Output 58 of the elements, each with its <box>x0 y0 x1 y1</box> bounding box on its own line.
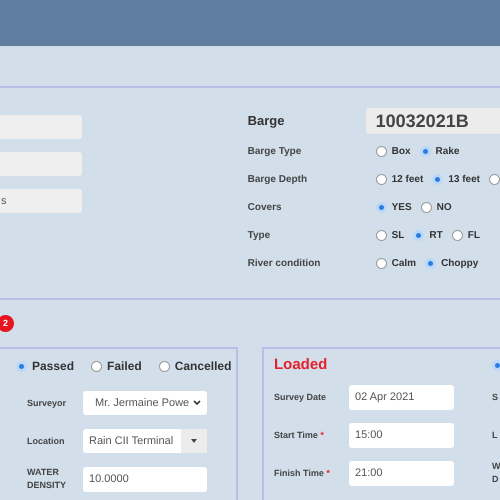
field-label: L <box>492 428 497 442</box>
dropdown-button[interactable] <box>181 429 207 453</box>
input-field[interactable]: 10.0000 <box>83 466 207 492</box>
field-label: Covers <box>248 200 283 214</box>
field-label: S <box>492 390 497 404</box>
count-badge: 2 <box>0 315 14 332</box>
radio-button[interactable] <box>492 360 500 370</box>
surveyor-select[interactable]: Mr. Jermaine Powe <box>83 391 207 415</box>
field-label: Barge Type <box>248 144 302 158</box>
input-field[interactable]: s <box>0 189 82 213</box>
input-field[interactable] <box>0 152 82 176</box>
radio-label: Box <box>392 144 411 158</box>
radio-label: Rake <box>436 144 460 158</box>
radio-button[interactable] <box>376 146 387 156</box>
field-label: WATER DENSITY <box>27 466 68 492</box>
radio-label: Cancelled <box>174 358 232 375</box>
chevron-down-icon <box>193 400 201 406</box>
barge-label: Barge <box>248 112 286 130</box>
radio-button[interactable] <box>489 174 500 184</box>
field-label: Finish Time * <box>274 466 331 480</box>
radio-label: RT <box>429 228 443 242</box>
radio-label: FL <box>468 228 480 242</box>
input-field[interactable]: 21:00 <box>349 460 454 486</box>
radio-button[interactable] <box>425 258 436 268</box>
field-label: Start Time * <box>274 428 325 442</box>
radio-button[interactable] <box>432 174 444 184</box>
field-label: Type <box>248 228 272 242</box>
field-label: River condition <box>248 256 322 270</box>
radio-button[interactable] <box>420 202 432 212</box>
field-label: Barge Depth <box>248 172 308 186</box>
input-field[interactable]: 02 Apr 2021 <box>349 384 454 410</box>
radio-button[interactable] <box>420 146 431 156</box>
radio-label: NO <box>436 200 452 214</box>
radio-label: Failed <box>107 358 142 375</box>
radio-button[interactable] <box>376 258 387 268</box>
radio-button[interactable] <box>376 202 387 212</box>
radio-label: Calm <box>392 256 416 270</box>
radio-label: 13 feet <box>448 172 480 186</box>
barge-field[interactable]: 10032021B <box>366 108 500 134</box>
radio-button[interactable] <box>413 230 424 240</box>
field-label: Survey Date <box>274 390 328 404</box>
caret-icon <box>191 439 197 443</box>
input-field[interactable] <box>0 115 82 139</box>
card-title: Loaded <box>274 354 328 375</box>
field-label: Surveyor <box>27 396 68 410</box>
radio-button[interactable] <box>158 360 170 372</box>
radio-label: 12 feet <box>392 172 424 186</box>
radio-button[interactable] <box>452 230 463 240</box>
radio-button[interactable] <box>376 174 387 184</box>
input-field[interactable]: 15:00 <box>349 422 454 448</box>
radio-button[interactable] <box>16 360 27 372</box>
radio-label: Choppy <box>441 256 478 270</box>
radio-label: YES <box>392 200 412 214</box>
radio-label: Passed <box>32 358 74 375</box>
radio-label: SL <box>392 228 404 242</box>
radio-button[interactable] <box>91 360 102 372</box>
field-label: Location <box>27 434 66 448</box>
radio-button[interactable] <box>376 230 387 240</box>
